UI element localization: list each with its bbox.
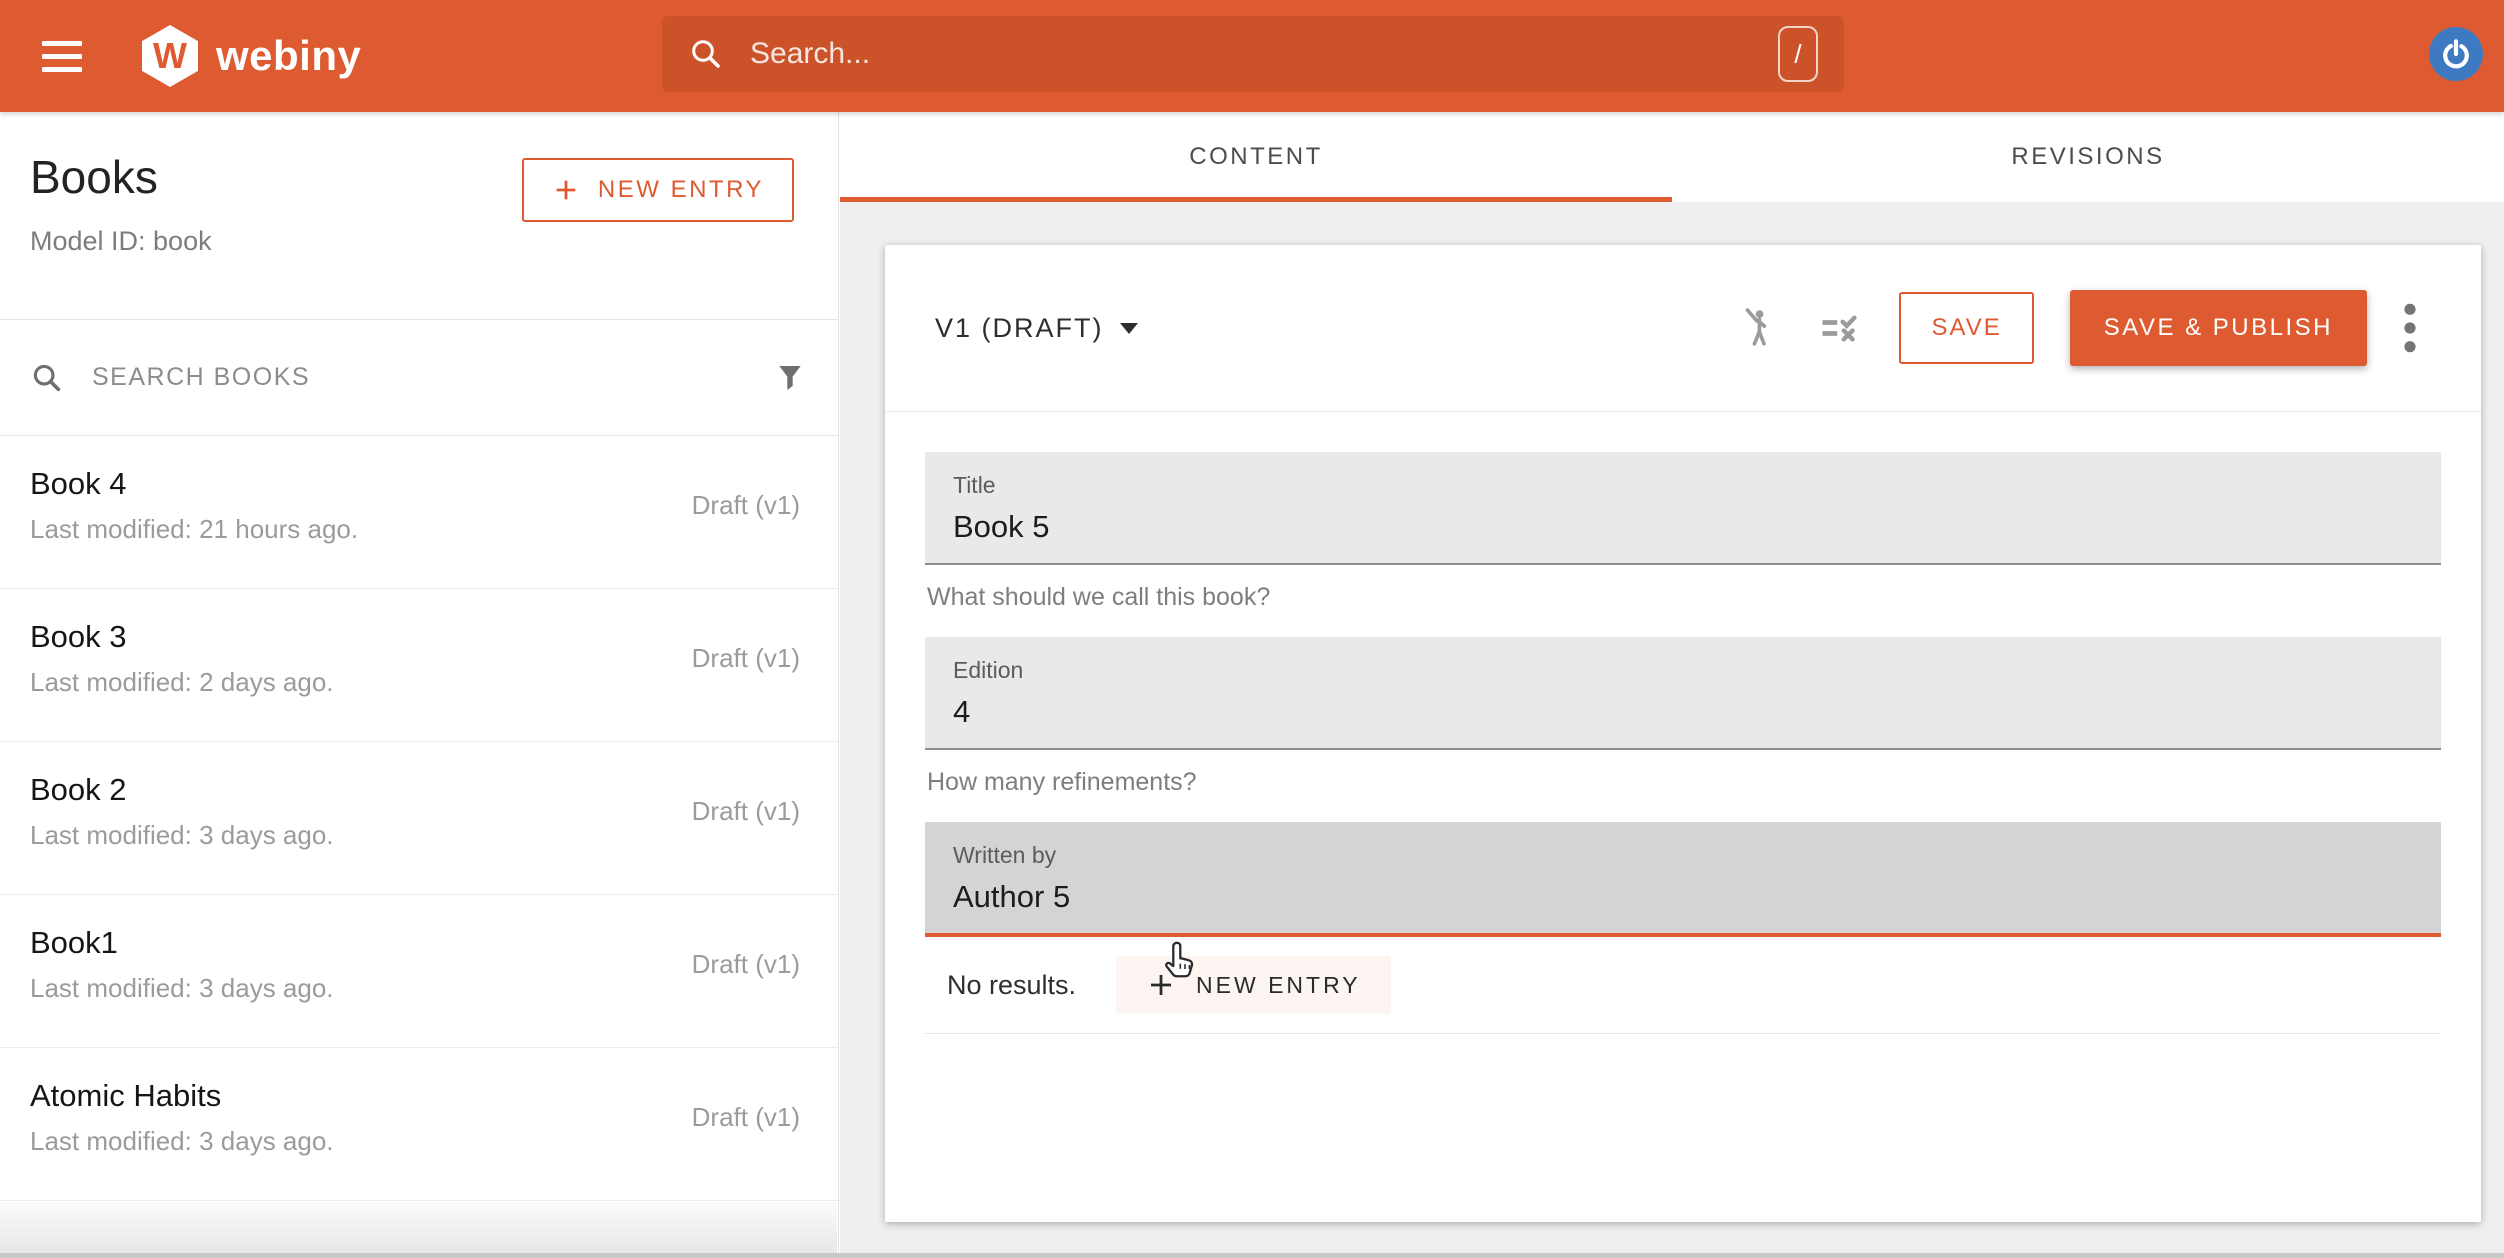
- entries-panel: Books Model ID: book NEW ENTRY: [0, 112, 839, 1258]
- person-raised-arm-icon: [1735, 305, 1779, 351]
- list-check-cross-icon: [1815, 306, 1863, 350]
- field-group-written-by: Written by: [925, 822, 2441, 937]
- written-by-field[interactable]: Written by: [925, 822, 2441, 937]
- menu-icon: [42, 41, 82, 46]
- field-label: Edition: [953, 657, 2441, 684]
- search-icon: [688, 36, 724, 72]
- new-entry-button[interactable]: NEW ENTRY: [522, 158, 794, 222]
- status-badge: Draft (v1): [692, 949, 800, 980]
- entry-modified: Last modified: 2 days ago.: [30, 667, 334, 698]
- logo-text: webiny: [216, 32, 361, 80]
- tab-revisions[interactable]: REVISIONS: [1672, 112, 2504, 202]
- entry-modified: Last modified: 21 hours ago.: [30, 514, 358, 545]
- webiny-logo[interactable]: W webiny: [142, 25, 361, 87]
- webiny-cms-screen: W webiny / Books Model ID: book: [0, 0, 2504, 1258]
- save-and-publish-button[interactable]: SAVE & PUBLISH: [2070, 290, 2367, 366]
- field-helper-text: How many refinements?: [927, 768, 2441, 796]
- global-search-bar[interactable]: /: [662, 16, 1844, 92]
- list-bottom-fade: [0, 1202, 837, 1253]
- field-group-title: Title What should we call this book?: [925, 452, 2441, 611]
- user-avatar-button[interactable]: [2429, 27, 2483, 81]
- request-review-button[interactable]: [1735, 305, 1779, 351]
- page-title: Books: [30, 150, 158, 204]
- status-badge: Draft (v1): [692, 1102, 800, 1133]
- more-options-button[interactable]: [2403, 302, 2417, 354]
- kebab-menu-icon: [2403, 302, 2417, 354]
- title-input[interactable]: [953, 509, 2367, 545]
- tab-content-label: CONTENT: [1189, 143, 1323, 171]
- edition-input[interactable]: [953, 694, 2367, 730]
- new-entry-button-label: NEW ENTRY: [598, 176, 764, 204]
- content-area: CONTENT REVISIONS V1 (DRAFT): [840, 112, 2504, 1258]
- entry-modified: Last modified: 3 days ago.: [30, 1126, 334, 1157]
- filter-button[interactable]: [772, 360, 808, 396]
- reference-new-entry-button[interactable]: NEW ENTRY: [1116, 956, 1391, 1014]
- field-label: Title: [953, 472, 2441, 499]
- revision-selector[interactable]: V1 (DRAFT): [935, 313, 1138, 344]
- plus-icon: [1146, 970, 1176, 1000]
- entries-panel-header: Books Model ID: book NEW ENTRY: [0, 112, 838, 319]
- status-badge: Draft (v1): [692, 643, 800, 674]
- field-helper-text: What should we call this book?: [927, 583, 2441, 611]
- power-icon: [2438, 36, 2474, 72]
- list-item-atomic-habits[interactable]: Atomic Habits Last modified: 3 days ago.…: [0, 1048, 838, 1201]
- webiny-logo-icon: W: [142, 25, 198, 87]
- search-icon: [30, 361, 64, 395]
- list-item-book-1[interactable]: Book1 Last modified: 3 days ago. Draft (…: [0, 895, 838, 1048]
- window-bottom-edge: [0, 1253, 2504, 1258]
- revision-selector-label: V1 (DRAFT): [935, 313, 1104, 344]
- plus-icon: [552, 176, 580, 204]
- entries-search-input[interactable]: [90, 362, 772, 393]
- entry-title: Atomic Habits: [30, 1078, 221, 1114]
- title-field[interactable]: Title: [925, 452, 2441, 565]
- entry-title: Book 4: [30, 466, 127, 502]
- field-label: Written by: [953, 842, 2441, 869]
- list-item-book-2[interactable]: Book 2 Last modified: 3 days ago. Draft …: [0, 742, 838, 895]
- tab-revisions-label: REVISIONS: [2011, 143, 2164, 171]
- entry-modified: Last modified: 3 days ago.: [30, 973, 334, 1004]
- no-results-text: No results.: [947, 970, 1076, 1001]
- entries-list: Book 4 Last modified: 21 hours ago. Draf…: [0, 436, 838, 1201]
- entry-title: Book1: [30, 925, 118, 961]
- form-toolbar: V1 (DRAFT): [885, 245, 2481, 412]
- model-id-label: Model ID: book: [30, 226, 212, 257]
- entry-title: Book 2: [30, 772, 127, 808]
- save-button[interactable]: SAVE: [1899, 292, 2033, 364]
- entry-form-card: V1 (DRAFT): [885, 245, 2481, 1222]
- filter-icon: [774, 362, 806, 394]
- status-badge: Draft (v1): [692, 490, 800, 521]
- reference-results-row: No results. NEW ENTRY: [925, 937, 2441, 1034]
- reference-new-entry-label: NEW ENTRY: [1196, 972, 1361, 999]
- entries-search-row: [0, 319, 838, 436]
- entry-form: Title What should we call this book? Edi…: [885, 412, 2481, 1034]
- toolbar-actions: SAVE SAVE & PUBLISH: [1735, 290, 2417, 366]
- entry-modified: Last modified: 3 days ago.: [30, 820, 334, 851]
- top-bar: W webiny /: [0, 0, 2504, 112]
- validation-toggle-button[interactable]: [1815, 306, 1863, 350]
- list-item-book-3[interactable]: Book 3 Last modified: 2 days ago. Draft …: [0, 589, 838, 742]
- tab-content[interactable]: CONTENT: [840, 112, 1672, 202]
- slash-shortcut-badge: /: [1778, 26, 1818, 82]
- global-search-input[interactable]: [748, 36, 1778, 72]
- written-by-input[interactable]: [953, 879, 2367, 915]
- editor-tabs: CONTENT REVISIONS: [840, 112, 2504, 202]
- hamburger-menu-button[interactable]: [42, 41, 82, 72]
- edition-field[interactable]: Edition: [925, 637, 2441, 750]
- entry-title: Book 3: [30, 619, 127, 655]
- field-group-edition: Edition How many refinements?: [925, 637, 2441, 796]
- chevron-down-icon: [1120, 323, 1138, 334]
- status-badge: Draft (v1): [692, 796, 800, 827]
- logo-letter: W: [153, 35, 187, 77]
- list-item-book-4[interactable]: Book 4 Last modified: 21 hours ago. Draf…: [0, 436, 838, 589]
